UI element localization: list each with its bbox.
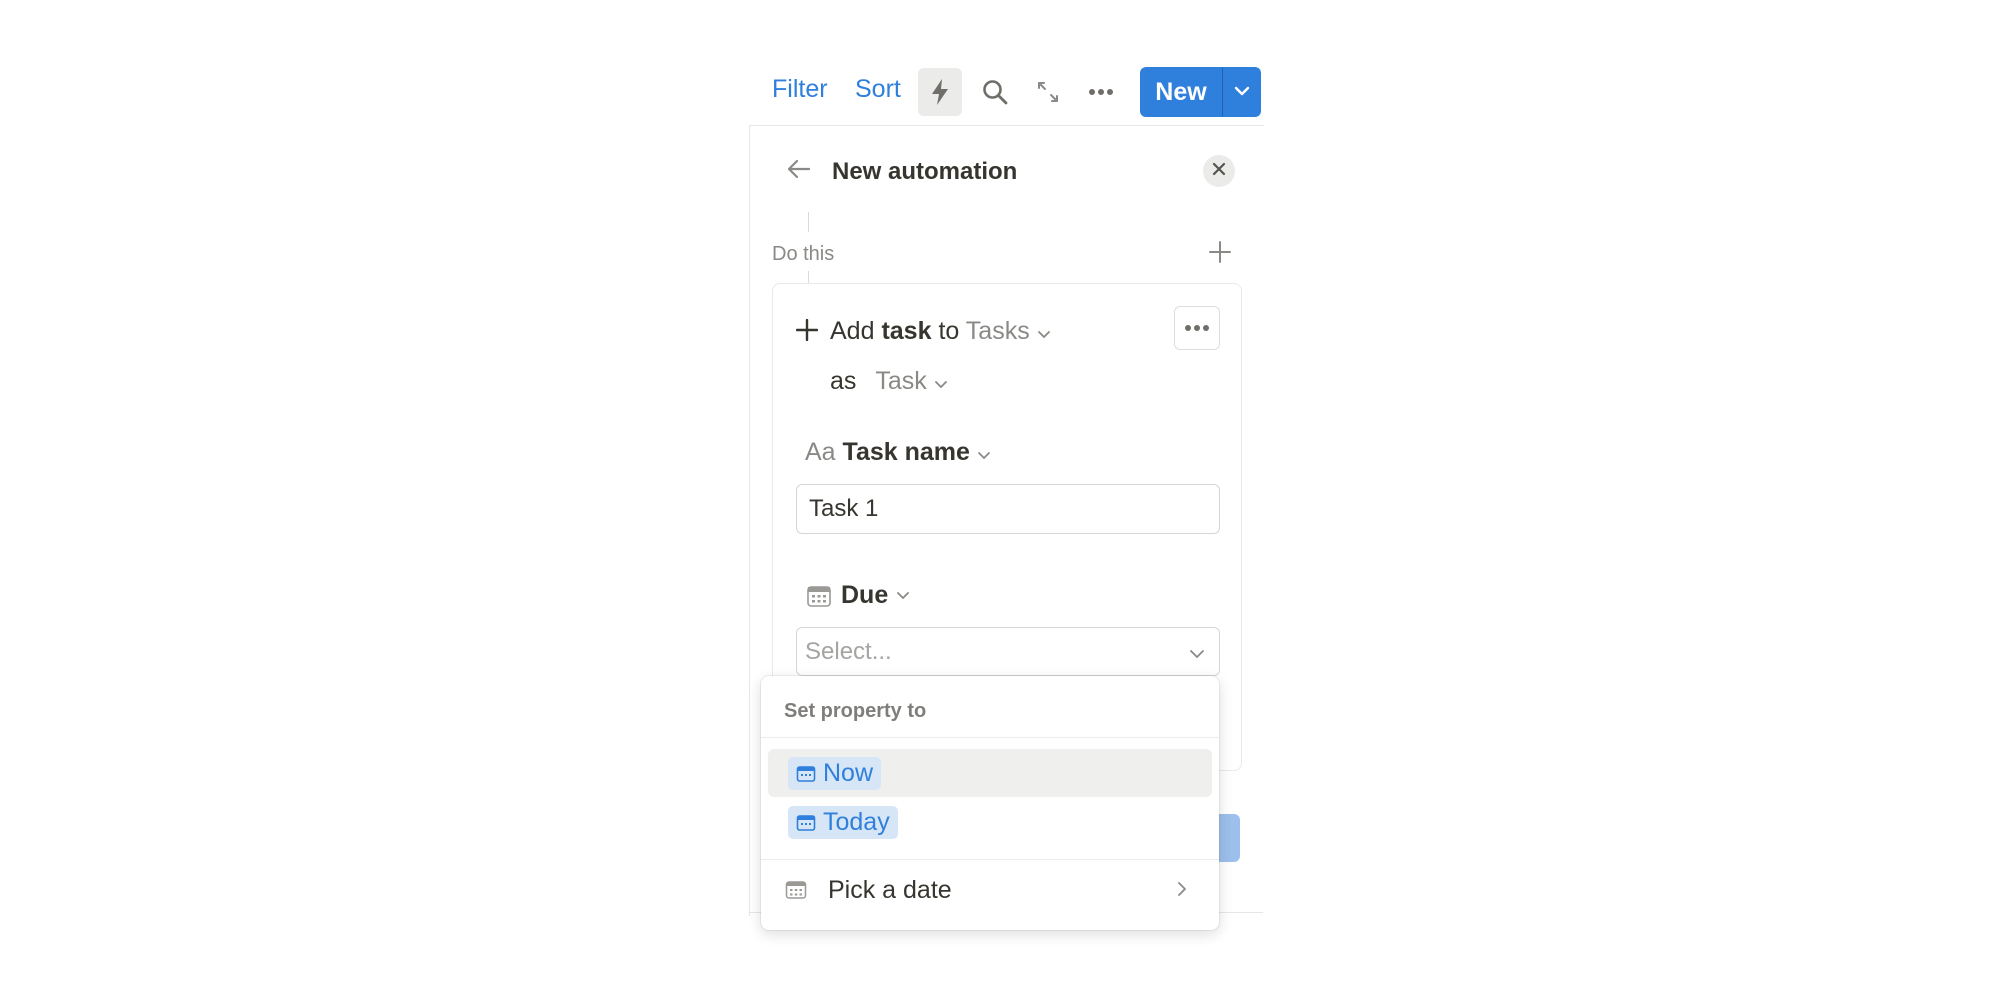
option-pill: Today: [788, 806, 898, 839]
back-button[interactable]: [783, 155, 815, 187]
add-action-button[interactable]: [1206, 240, 1234, 268]
plus-icon: [795, 318, 819, 346]
expand-button[interactable]: [1026, 68, 1070, 116]
pick-a-date-label: Pick a date: [828, 876, 952, 904]
template-row: as Task: [830, 367, 948, 396]
calendar-icon: [796, 814, 823, 832]
due-select-placeholder: Select...: [805, 638, 892, 665]
calendar-icon: [796, 765, 823, 783]
panel-title: New automation: [832, 158, 1018, 185]
menu-divider: [761, 737, 1219, 738]
close-icon: [1212, 162, 1226, 181]
task-name-label: Task name: [842, 438, 970, 466]
chevron-down-icon: [896, 591, 910, 600]
flow-connector: [808, 212, 809, 232]
expand-icon: [1036, 80, 1060, 104]
more-icon: [1088, 88, 1114, 96]
option-label: Today: [823, 808, 890, 836]
task-name-input-wrapper: [796, 484, 1220, 534]
task-name-input[interactable]: [797, 485, 1219, 533]
calendar-icon: [785, 880, 807, 905]
new-button[interactable]: New: [1140, 67, 1222, 117]
menu-header: Set property to: [784, 700, 927, 722]
chevron-down-icon: [977, 438, 991, 466]
filter-button[interactable]: Filter: [772, 75, 828, 104]
action-summary: Add task to Tasks: [830, 317, 1051, 346]
section-label: Do this: [772, 243, 835, 265]
arrow-left-icon: [787, 159, 811, 184]
automation-button[interactable]: [918, 68, 962, 116]
chevron-down-icon: [934, 367, 948, 395]
chevron-right-icon: [1177, 881, 1187, 902]
search-button[interactable]: [973, 68, 1017, 116]
more-options-button[interactable]: [1079, 68, 1123, 116]
database-label: Tasks: [965, 317, 1030, 345]
new-button-group: New: [1140, 67, 1261, 117]
sort-button[interactable]: Sort: [855, 75, 901, 104]
as-word: as: [830, 367, 857, 395]
due-select[interactable]: Select...: [796, 627, 1220, 676]
task-name-property[interactable]: Aa Task name: [805, 438, 991, 467]
template-select[interactable]: Task: [875, 367, 947, 395]
template-label: Task: [875, 367, 927, 395]
database-select[interactable]: Tasks: [966, 317, 1051, 345]
action-to-word: to: [938, 317, 960, 345]
card-more-button[interactable]: [1174, 306, 1220, 350]
action-object: task: [881, 317, 932, 345]
option-pill: Now: [788, 757, 882, 790]
text-property-icon: Aa: [805, 438, 836, 466]
due-property[interactable]: Due: [806, 581, 910, 610]
new-dropdown-button[interactable]: [1223, 67, 1261, 117]
plus-icon: [1209, 240, 1231, 268]
option-today[interactable]: Today: [768, 798, 1212, 846]
search-icon: [982, 79, 1008, 105]
pick-a-date-option[interactable]: Pick a date: [761, 862, 1219, 918]
chevron-down-icon: [1037, 317, 1051, 345]
more-icon: [1184, 319, 1210, 337]
calendar-icon: [806, 584, 832, 608]
due-options-menu: Set property to Now Today Pick a date: [761, 676, 1219, 930]
chevron-down-icon: [1234, 83, 1250, 101]
option-label: Now: [823, 759, 874, 787]
lightning-icon: [930, 78, 950, 106]
chevron-down-icon: [1189, 646, 1205, 664]
due-label: Due: [841, 581, 889, 609]
option-now[interactable]: Now: [768, 749, 1212, 797]
close-button[interactable]: [1203, 155, 1235, 187]
action-verb: Add: [830, 317, 875, 345]
menu-divider: [761, 859, 1219, 860]
